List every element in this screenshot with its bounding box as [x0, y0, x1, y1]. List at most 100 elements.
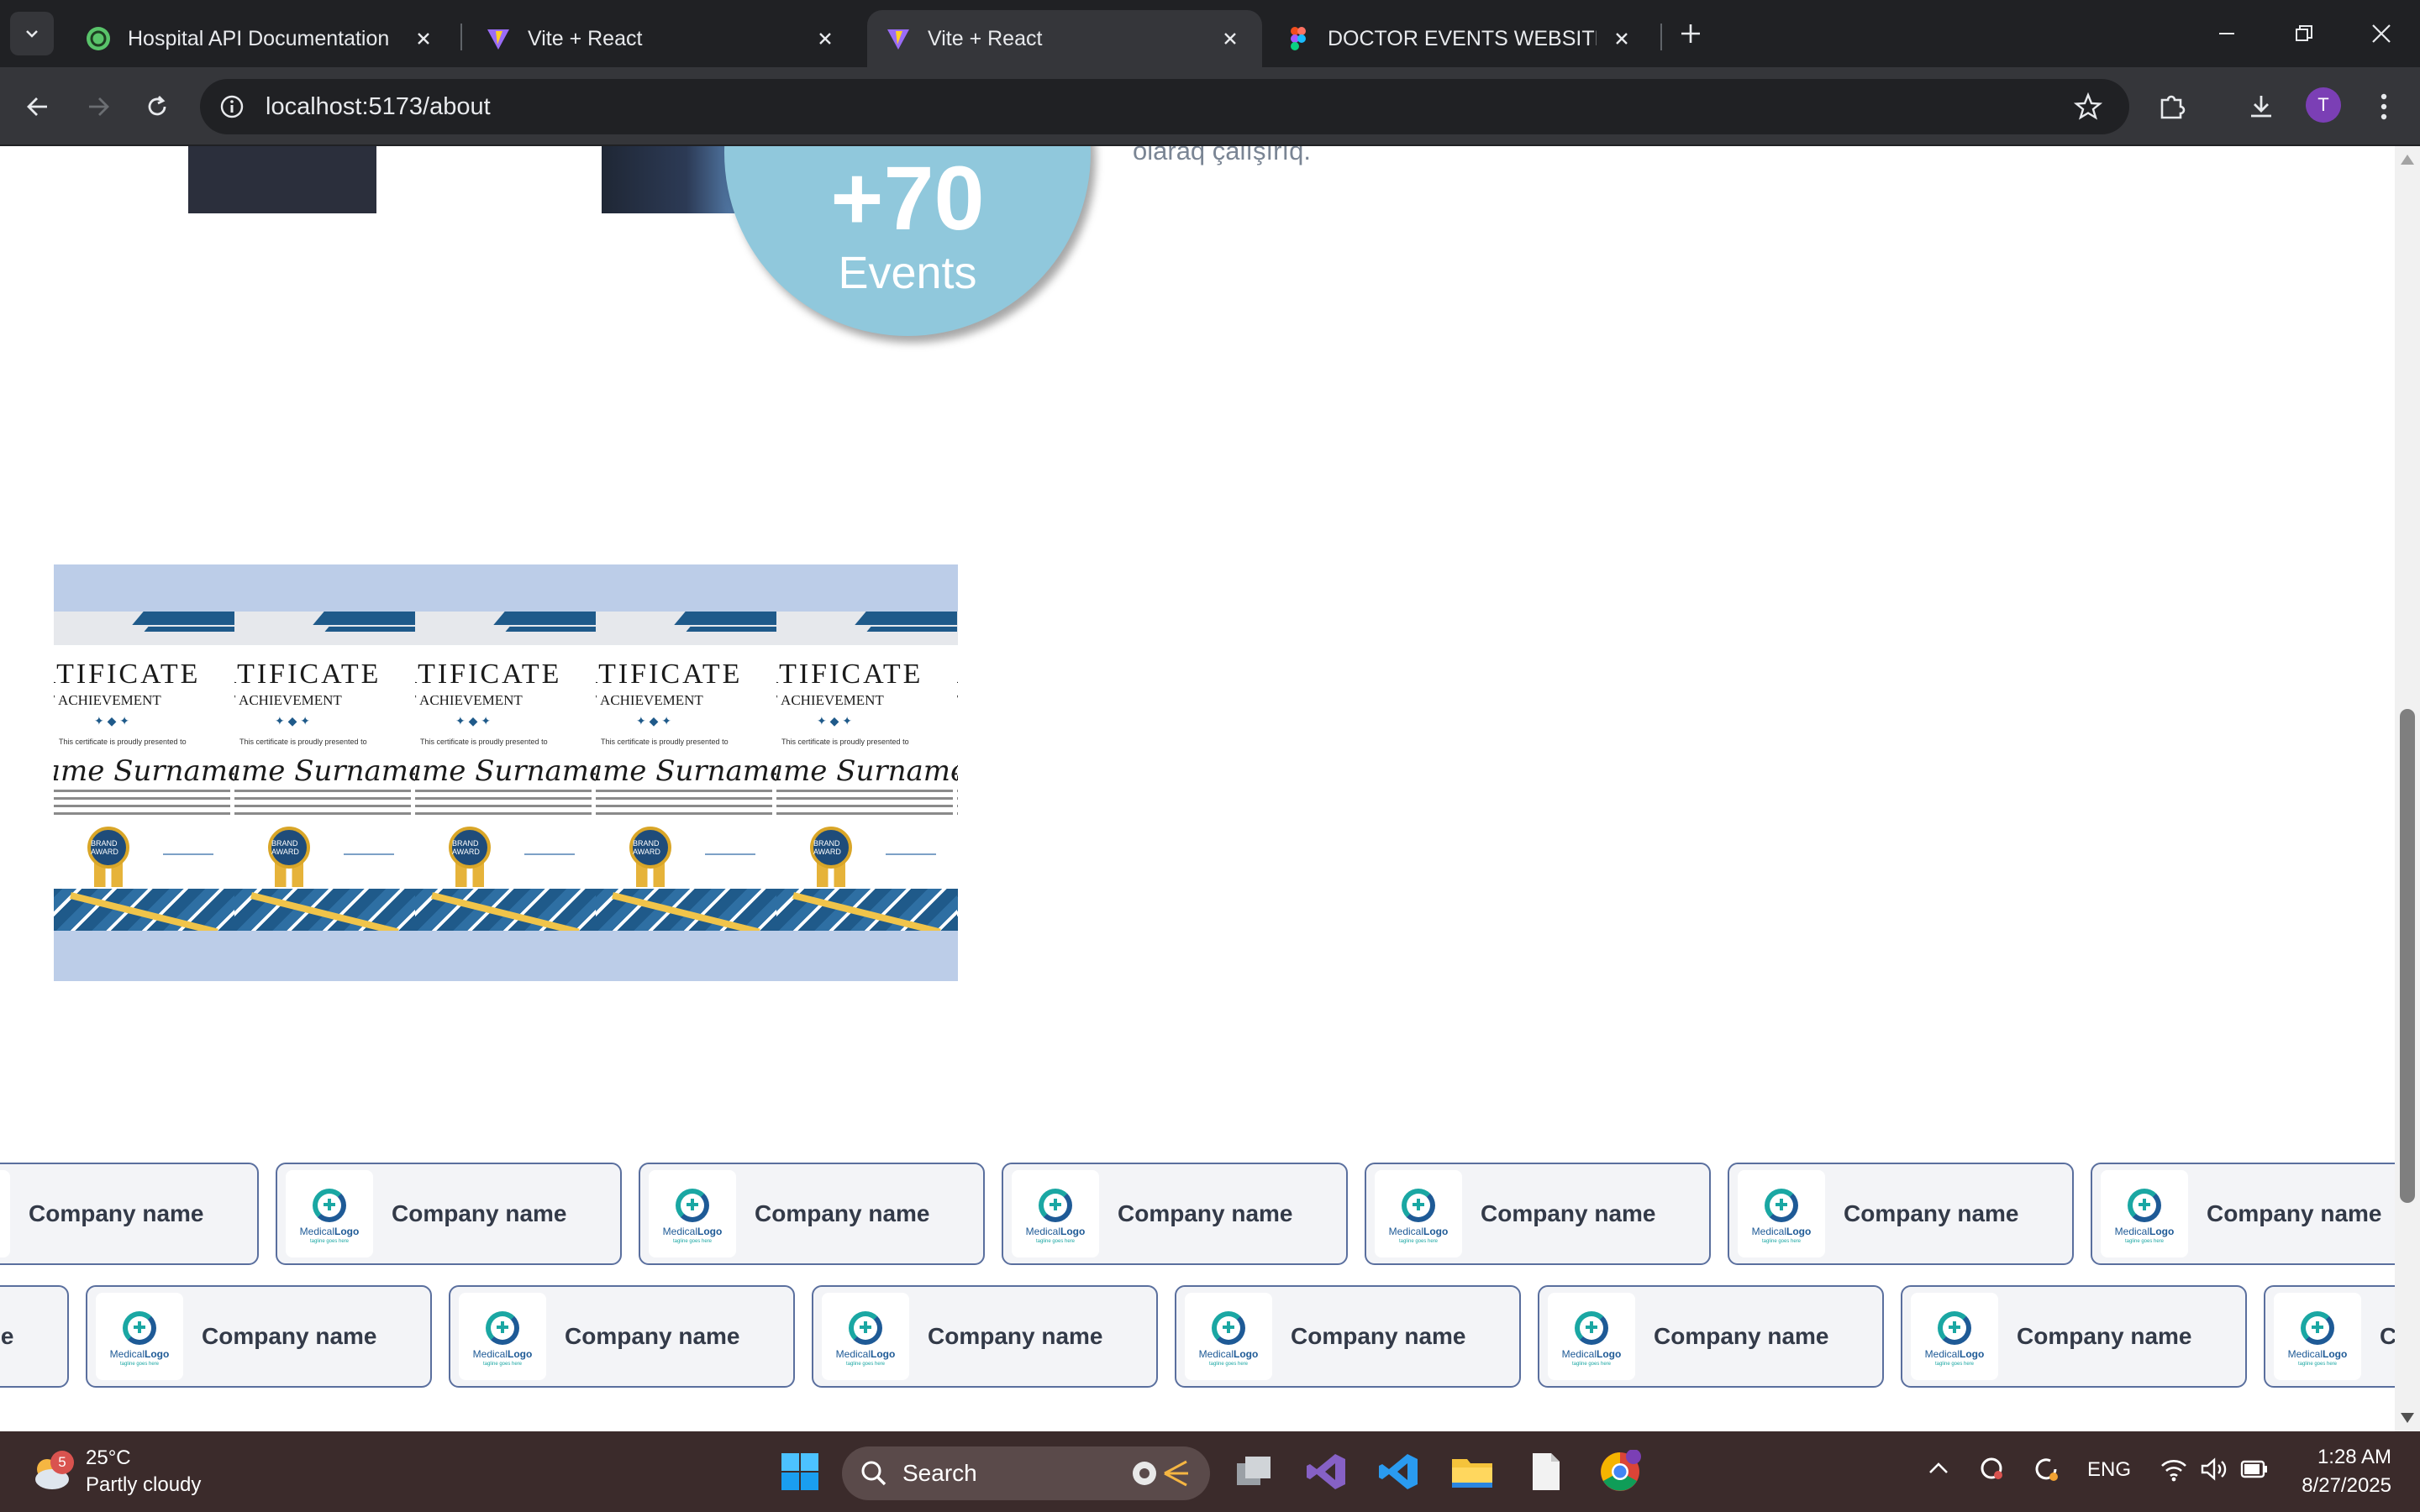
windows-taskbar: 5 25°C Partly cloudy Search ENG 1:28 AM: [0, 1431, 2420, 1512]
page-scrollbar[interactable]: [2395, 146, 2420, 1431]
new-tab-button[interactable]: [1672, 15, 1709, 52]
start-button[interactable]: [775, 1446, 825, 1497]
certificate-image: CERTIFICATEOF ACHIEVEMENT✦ ◆ ✦This certi…: [234, 612, 415, 931]
star-icon[interactable]: [2074, 92, 2102, 121]
company-name: Company name: [1481, 1200, 1656, 1226]
visual-studio-icon[interactable]: [1301, 1446, 1351, 1497]
restore-button[interactable]: [2279, 12, 2329, 55]
events-label: Events: [838, 248, 977, 298]
tab-search-dropdown-button[interactable]: [10, 12, 54, 55]
medical-logo-icon: MedicalLogo tagline goes here: [822, 1293, 909, 1380]
minimize-button[interactable]: [2202, 12, 2252, 55]
certificate-image: CERTIFICATEOF ACHIEVEMENT✦ ◆ ✦This certi…: [54, 612, 234, 931]
browser-menu-button[interactable]: [2363, 86, 2405, 128]
scrollbar-thumb[interactable]: [2400, 709, 2415, 1203]
close-icon[interactable]: [1608, 25, 1635, 52]
file-explorer-icon[interactable]: [1447, 1446, 1497, 1497]
certificate-title: CERTIFICATE: [596, 659, 743, 690]
medical-logo-icon: MedicalLogo tagline goes here: [1548, 1293, 1635, 1380]
weather-temperature: 25°C: [86, 1446, 131, 1469]
system-clock[interactable]: 1:28 AM 8/27/2025: [2282, 1443, 2391, 1500]
tab-label: Hospital API Documentation: [128, 26, 390, 50]
close-icon[interactable]: [1217, 25, 1244, 52]
company-card: MedicalLogotagline goes hereCompany name: [2264, 1285, 2395, 1388]
weather-widget[interactable]: 5 25°C Partly cloudy: [29, 1445, 201, 1499]
company-name: Company name: [29, 1200, 204, 1226]
logo-tagline: tagline goes here: [482, 1362, 523, 1367]
partly-cloudy-icon: 5: [29, 1451, 74, 1493]
logo-text: Medical: [109, 1348, 145, 1360]
company-card: MedicalLogotagline goes hereCompany name: [449, 1285, 795, 1388]
chevron-up-icon[interactable]: [1928, 1460, 1949, 1475]
company-name: Company name: [2017, 1323, 2192, 1349]
company-name: Company name: [1654, 1323, 1829, 1349]
tab-vite-react-active[interactable]: Vite + React: [867, 10, 1262, 67]
medical-logo-icon: MedicalLogo tagline goes here: [1185, 1293, 1272, 1380]
reload-icon: [148, 96, 166, 116]
puzzle-icon: [2160, 95, 2186, 119]
logo-tagline: tagline goes here: [1571, 1362, 1612, 1367]
chrome-icon[interactable]: [1595, 1446, 1645, 1497]
wifi-icon[interactable]: [2160, 1457, 2188, 1482]
certificate-presented-text: This certificate is proudly presented to: [781, 738, 909, 746]
logo-text: Medical: [835, 1348, 871, 1360]
address-bar[interactable]: localhost:5173/about: [200, 79, 2129, 134]
vscode-icon[interactable]: [1373, 1446, 1423, 1497]
company-name: Company name: [0, 1323, 14, 1349]
arrow-left-icon: [27, 97, 47, 116]
medical-logo-icon: MedicalLogo tagline goes here: [1375, 1170, 1462, 1257]
company-card: MedicalLogotagline goes hereCompany name: [86, 1285, 432, 1388]
extensions-button[interactable]: [2151, 86, 2193, 128]
logo-tagline: tagline goes here: [845, 1362, 886, 1367]
back-button[interactable]: [17, 86, 59, 128]
close-window-button[interactable]: [2356, 12, 2407, 55]
logo-tagline: tagline goes here: [1035, 1239, 1076, 1244]
medical-logo-icon: MedicalLogo tagline goes here: [1738, 1170, 1825, 1257]
logo-text: Medical: [2114, 1226, 2150, 1237]
volume-icon[interactable]: [2200, 1457, 2228, 1482]
award-badge-icon: BRAND AWARD: [449, 827, 491, 869]
company-card: MedicalLogotagline goes hereCompany name: [0, 1163, 259, 1265]
sync-icon[interactable]: [2032, 1455, 2060, 1483]
downloads-button[interactable]: [2240, 86, 2282, 128]
certificate-title: CERTIFICATE: [234, 659, 381, 690]
file-icon[interactable]: [1521, 1446, 1571, 1497]
scroll-down-arrow-icon[interactable]: [2401, 1413, 2414, 1423]
award-badge-icon: BRAND AWARD: [810, 827, 852, 869]
certificate-image: CERTIFICATEOF ACHIEVEMENT✦ ◆ ✦This certi…: [957, 612, 958, 931]
site-info-icon[interactable]: [217, 92, 247, 122]
search-icon: [861, 1461, 886, 1486]
task-view-icon[interactable]: [1228, 1446, 1279, 1497]
diamond-ornament-icon: ✦ ◆ ✦: [275, 714, 311, 727]
profile-avatar[interactable]: T: [2306, 87, 2341, 123]
logo-text: Logo: [2323, 1348, 2348, 1360]
tab-figma-doctor-events[interactable]: DOCTOR EVENTS WEBSITE – Fig: [1267, 10, 1654, 67]
tab-vite-react-1[interactable]: Vite + React: [467, 10, 857, 67]
taskbar-search[interactable]: Search: [842, 1446, 1210, 1500]
logo-text: Logo: [1234, 1348, 1259, 1360]
logo-text: Logo: [1786, 1226, 1812, 1237]
security-icon[interactable]: [1978, 1455, 2005, 1482]
language-indicator[interactable]: ENG: [2087, 1458, 2131, 1482]
download-icon: [2251, 96, 2271, 118]
medical-logo-icon: MedicalLogo tagline goes here: [1911, 1293, 1998, 1380]
company-card: MedicalLogotagline goes hereCompany name: [1175, 1285, 1521, 1388]
forward-button[interactable]: [77, 86, 119, 128]
tab-hospital-api[interactable]: Hospital API Documentation: [67, 10, 455, 67]
vite-icon: [487, 29, 509, 50]
browser-tab-bar: Hospital API Documentation Vite + React …: [0, 0, 2420, 67]
logo-text: Medical: [662, 1226, 698, 1237]
certificate-name: Name Surname: [776, 754, 957, 788]
logo-text: Logo: [697, 1226, 723, 1237]
scroll-up-arrow-icon[interactable]: [2401, 155, 2414, 165]
certificate-gallery: CERTIFICATE OF ACHIEVEMENT ✦ ◆ ✦ This certi…: [54, 564, 958, 981]
logo-text: Logo: [1597, 1348, 1622, 1360]
close-icon[interactable]: [812, 25, 839, 52]
battery-icon[interactable]: [2240, 1460, 2269, 1478]
certificate-name: Name Surname: [234, 754, 415, 788]
close-icon[interactable]: [410, 25, 437, 52]
clock-time: 1:28 AM: [2317, 1446, 2391, 1468]
company-logo-row: MedicalLogotagline goes hereCompany name…: [0, 1163, 2395, 1265]
events-count: +70: [830, 147, 985, 249]
reload-button[interactable]: [136, 86, 178, 128]
